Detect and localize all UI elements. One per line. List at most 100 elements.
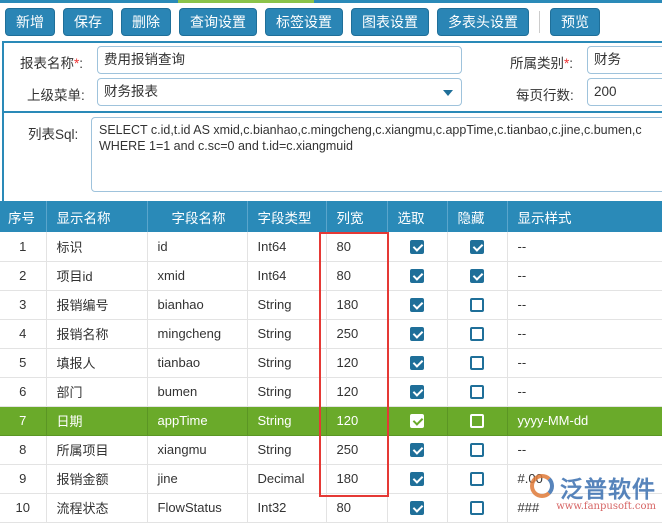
field-name-cell[interactable]: id (147, 232, 248, 262)
display-style-cell[interactable]: -- (507, 261, 662, 291)
column-width-cell[interactable]: 250 (326, 319, 388, 349)
table-row[interactable]: 2 项目id xmid Int64 80 -- (0, 261, 662, 291)
hide-checkbox[interactable] (470, 298, 484, 313)
header-col-hide[interactable]: 隐藏 (447, 201, 508, 232)
pick-checkbox[interactable] (410, 269, 424, 284)
save-button[interactable]: 保存 (63, 8, 113, 36)
column-width-cell[interactable]: 120 (326, 406, 388, 436)
field-name-cell[interactable]: tianbao (147, 348, 248, 378)
pick-checkbox[interactable] (410, 501, 424, 516)
column-width-cell[interactable]: 80 (326, 261, 388, 291)
field-name-cell[interactable]: mingcheng (147, 319, 248, 349)
table-row[interactable]: 6 部门 bumen String 120 -- (0, 377, 662, 407)
display-style-cell[interactable]: -- (507, 232, 662, 262)
column-width-cell[interactable]: 80 (326, 493, 388, 523)
header-col-pick[interactable]: 选取 (387, 201, 448, 232)
header-col-display-name[interactable]: 显示名称 (46, 201, 148, 232)
header-col-field-name[interactable]: 字段名称 (147, 201, 248, 232)
table-row[interactable]: 7 日期 appTime String 120 yyyy-MM-dd (0, 406, 662, 436)
add-button[interactable]: 新增 (5, 8, 55, 36)
label-settings-button[interactable]: 标签设置 (265, 8, 343, 36)
pick-checkbox[interactable] (410, 327, 424, 342)
display-name-cell[interactable]: 流程状态 (46, 493, 148, 523)
display-name-cell[interactable]: 所属项目 (46, 435, 148, 465)
display-style-cell[interactable]: -- (507, 377, 662, 407)
field-type-cell[interactable]: String (247, 435, 327, 465)
column-width-cell[interactable]: 250 (326, 435, 388, 465)
display-name-cell[interactable]: 填报人 (46, 348, 148, 378)
field-type-cell[interactable]: Int64 (247, 261, 327, 291)
field-type-cell[interactable]: Decimal (247, 464, 327, 494)
report-name-input[interactable]: 费用报销查询 (97, 46, 462, 74)
display-style-cell[interactable]: -- (507, 435, 662, 465)
row-number-cell[interactable]: 9 (0, 464, 47, 494)
display-name-cell[interactable]: 部门 (46, 377, 148, 407)
field-name-cell[interactable]: jine (147, 464, 248, 494)
pick-checkbox[interactable] (410, 240, 424, 255)
hide-checkbox[interactable] (470, 414, 484, 429)
field-name-cell[interactable]: bianhao (147, 290, 248, 320)
display-style-cell[interactable]: -- (507, 290, 662, 320)
row-number-cell[interactable]: 10 (0, 493, 47, 523)
sql-textarea[interactable]: SELECT c.id,t.id AS xmid,c.bianhao,c.min… (91, 117, 662, 192)
field-type-cell[interactable]: String (247, 290, 327, 320)
row-number-cell[interactable]: 4 (0, 319, 47, 349)
multi-header-settings-button[interactable]: 多表头设置 (437, 8, 529, 36)
rows-per-page-input[interactable]: 200 (587, 78, 662, 106)
row-number-cell[interactable]: 5 (0, 348, 47, 378)
display-name-cell[interactable]: 日期 (46, 406, 148, 436)
column-width-cell[interactable]: 180 (326, 464, 388, 494)
row-number-cell[interactable]: 3 (0, 290, 47, 320)
display-name-cell[interactable]: 报销金额 (46, 464, 148, 494)
field-type-cell[interactable]: String (247, 319, 327, 349)
table-row[interactable]: 5 填报人 tianbao String 120 -- (0, 348, 662, 378)
parent-menu-select[interactable]: 财务报表 (97, 78, 462, 106)
field-name-cell[interactable]: xmid (147, 261, 248, 291)
field-type-cell[interactable]: String (247, 377, 327, 407)
row-number-cell[interactable]: 8 (0, 435, 47, 465)
hide-checkbox[interactable] (470, 443, 484, 458)
field-name-cell[interactable]: FlowStatus (147, 493, 248, 523)
header-col-width[interactable]: 列宽 (326, 201, 388, 232)
field-type-cell[interactable]: Int32 (247, 493, 327, 523)
hide-checkbox[interactable] (470, 501, 484, 516)
display-name-cell[interactable]: 标识 (46, 232, 148, 262)
hide-checkbox[interactable] (470, 385, 484, 400)
category-input[interactable]: 财务 (587, 46, 662, 74)
pick-checkbox[interactable] (410, 356, 424, 371)
delete-button[interactable]: 删除 (121, 8, 171, 36)
display-style-cell[interactable]: -- (507, 348, 662, 378)
row-number-cell[interactable]: 2 (0, 261, 47, 291)
table-row[interactable]: 8 所属项目 xiangmu String 250 -- (0, 435, 662, 465)
column-width-cell[interactable]: 180 (326, 290, 388, 320)
field-name-cell[interactable]: xiangmu (147, 435, 248, 465)
query-settings-button[interactable]: 查询设置 (179, 8, 257, 36)
display-style-cell[interactable]: yyyy-MM-dd (507, 406, 662, 436)
display-name-cell[interactable]: 项目id (46, 261, 148, 291)
field-name-cell[interactable]: appTime (147, 406, 248, 436)
column-width-cell[interactable]: 80 (326, 232, 388, 262)
header-col-field-type[interactable]: 字段类型 (247, 201, 327, 232)
pick-checkbox[interactable] (410, 472, 424, 487)
display-name-cell[interactable]: 报销名称 (46, 319, 148, 349)
row-number-cell[interactable]: 1 (0, 232, 47, 262)
table-row[interactable]: 3 报销编号 bianhao String 180 -- (0, 290, 662, 320)
row-number-cell[interactable]: 6 (0, 377, 47, 407)
pick-checkbox[interactable] (410, 385, 424, 400)
pick-checkbox[interactable] (410, 443, 424, 458)
preview-button[interactable]: 预览 (550, 8, 600, 36)
row-number-cell[interactable]: 7 (0, 406, 47, 436)
field-type-cell[interactable]: String (247, 406, 327, 436)
column-width-cell[interactable]: 120 (326, 348, 388, 378)
header-col-display-style[interactable]: 显示样式 (507, 201, 662, 232)
pick-checkbox[interactable] (410, 298, 424, 313)
field-name-cell[interactable]: bumen (147, 377, 248, 407)
display-style-cell[interactable]: -- (507, 319, 662, 349)
table-row[interactable]: 4 报销名称 mingcheng String 250 -- (0, 319, 662, 349)
chart-settings-button[interactable]: 图表设置 (351, 8, 429, 36)
field-type-cell[interactable]: Int64 (247, 232, 327, 262)
hide-checkbox[interactable] (470, 356, 484, 371)
hide-checkbox[interactable] (470, 472, 484, 487)
hide-checkbox[interactable] (470, 240, 484, 255)
header-col-no[interactable]: 序号 (0, 201, 47, 232)
